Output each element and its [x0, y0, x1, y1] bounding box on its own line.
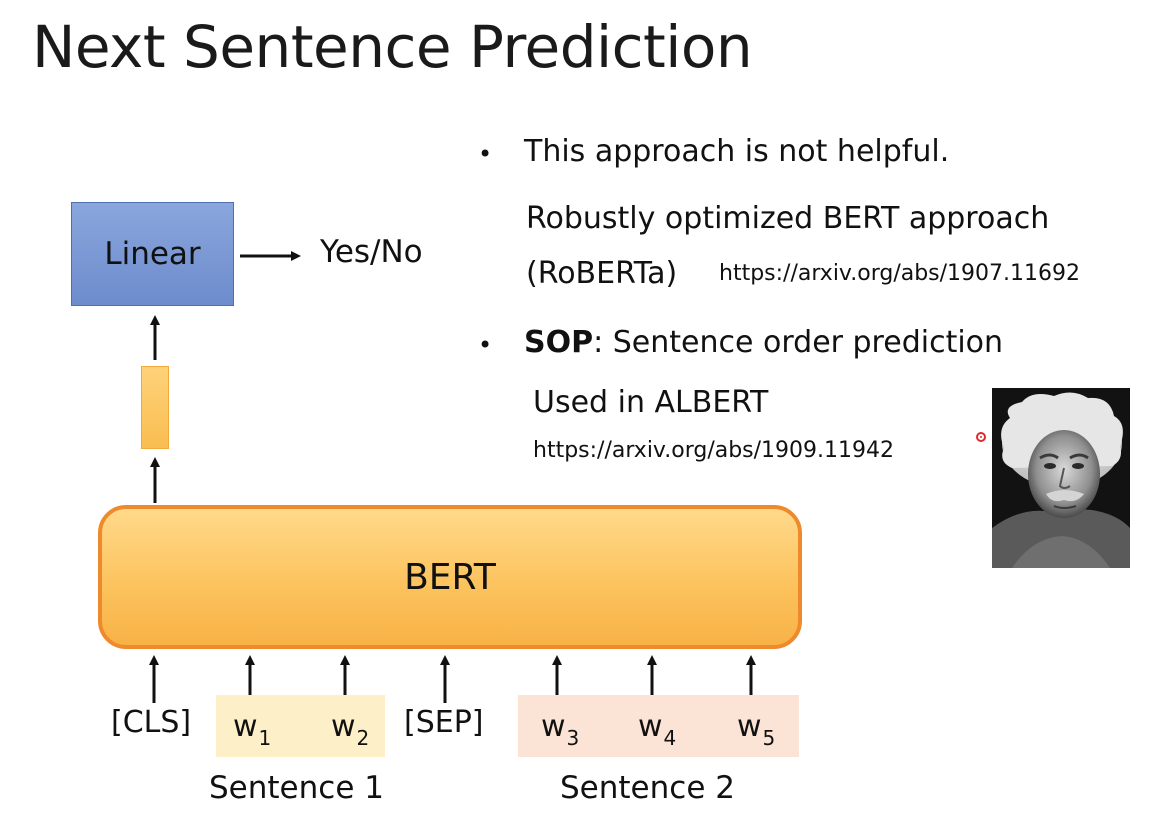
- token-w1-base: w: [233, 709, 258, 744]
- token-w4-subscript: 4: [663, 726, 677, 750]
- cls-output-vector: [141, 366, 169, 449]
- token-w5-base: w: [737, 709, 762, 744]
- token-w2-subscript: 2: [356, 726, 370, 750]
- bullet-marker-1: •: [478, 140, 493, 168]
- note1-roberta-link[interactable]: https://arxiv.org/abs/1907.11692: [719, 263, 1080, 285]
- linear-label: Linear: [104, 236, 201, 272]
- token-w5: w5: [737, 709, 775, 749]
- linear-layer-box: Linear: [71, 202, 234, 306]
- sentence2-label: Sentence 2: [560, 770, 735, 806]
- note2-bold-term: SOP: [524, 325, 594, 360]
- note2-line2: Used in ALBERT: [533, 385, 769, 420]
- token-w1: w1: [233, 709, 271, 749]
- token-w3-base: w: [541, 709, 566, 744]
- note2-rest: : Sentence order prediction: [593, 325, 1004, 360]
- note1-title: This approach is not helpful.: [524, 134, 950, 169]
- token-w4: w4: [638, 709, 676, 749]
- token-w3: w3: [541, 709, 579, 749]
- laser-pointer-dot-icon: [976, 432, 986, 442]
- token-w3-subscript: 3: [566, 726, 580, 750]
- token-w2-base: w: [331, 709, 356, 744]
- portrait-photo-icon: [992, 388, 1130, 568]
- bullet-marker-2: •: [478, 331, 493, 359]
- token-w2: w2: [331, 709, 369, 749]
- note1-roberta-name: (RoBERTa): [526, 256, 678, 291]
- bert-label: BERT: [404, 556, 496, 598]
- portrait-photo: [992, 388, 1130, 568]
- token-w1-subscript: 1: [258, 726, 272, 750]
- token-cls: [CLS]: [111, 705, 192, 740]
- bert-model-box: BERT: [98, 505, 802, 649]
- token-w4-base: w: [638, 709, 663, 744]
- output-label: Yes/No: [320, 234, 423, 270]
- note2-albert-link[interactable]: https://arxiv.org/abs/1909.11942: [533, 440, 894, 462]
- sentence1-label: Sentence 1: [209, 770, 384, 806]
- note2-title: SOP: Sentence order prediction: [524, 328, 1003, 358]
- token-w5-subscript: 5: [762, 726, 776, 750]
- token-sep: [SEP]: [404, 705, 484, 740]
- note1-line2: Robustly optimized BERT approach: [526, 201, 1050, 236]
